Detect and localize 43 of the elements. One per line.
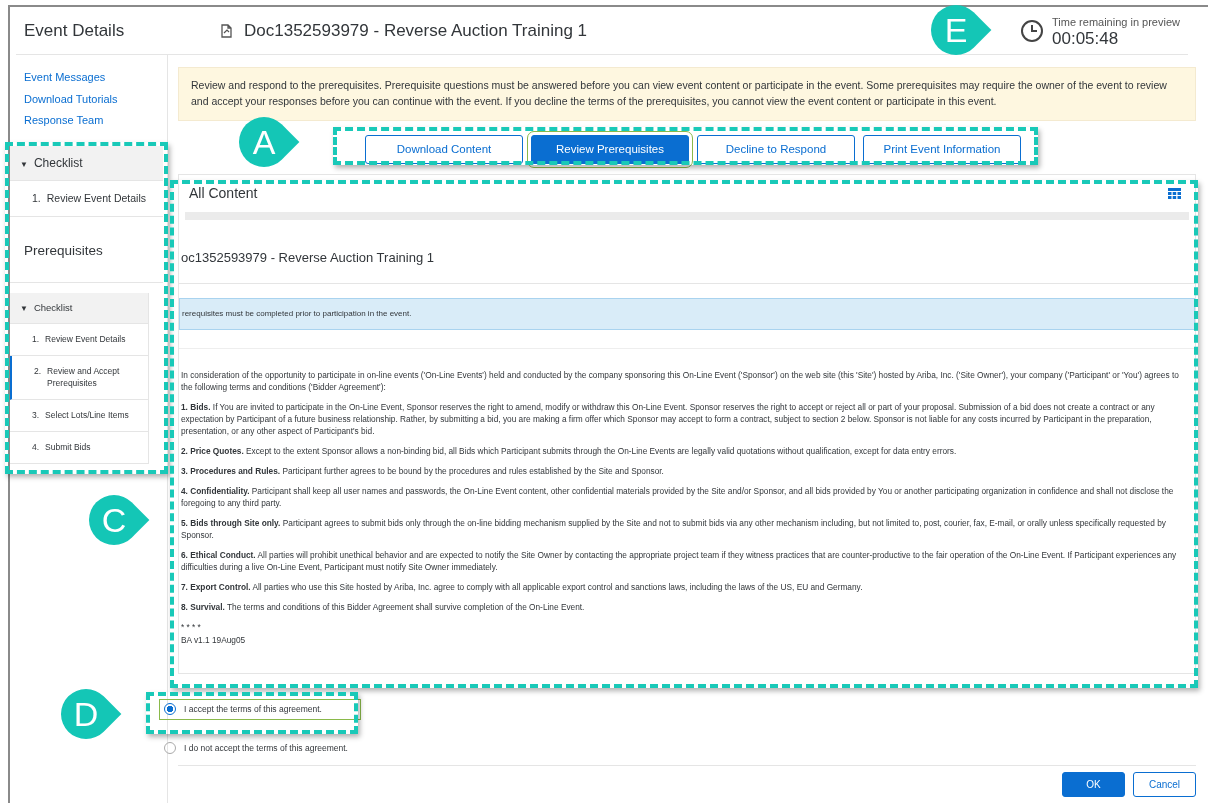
version-text: BA v1.1 19Aug05 bbox=[181, 633, 247, 646]
radio-button[interactable] bbox=[164, 703, 176, 716]
sidebar-link[interactable]: Response Team bbox=[10, 110, 104, 132]
action-button[interactable]: Print Event Information bbox=[863, 134, 1021, 164]
event-title: Doc1352593979 - Reverse Auction Training 1 bbox=[244, 19, 588, 42]
checklist-item[interactable]: 2. Review and Accept Prerequisites bbox=[10, 355, 148, 400]
checklist-header[interactable]: ▼ Checklist bbox=[10, 292, 148, 324]
section-heading: Prerequisites bbox=[10, 217, 163, 283]
terms-paragraph: 6. Ethical Conduct. All parties will prohibit unethical behavior and are expected to notify the Site Owner by contacting the appropriate project team if they witness practices that are counter-productive to the fair operation of the On-Line Event. If Participant experiences any difficulties during a live On-Line Event, Participant must notify Site Owner immediately. bbox=[181, 549, 1178, 574]
dialog-button[interactable]: OK bbox=[1062, 772, 1125, 798]
option-label: I accept the terms of this agreement. bbox=[184, 702, 322, 716]
dialog-button[interactable]: Cancel bbox=[1133, 772, 1196, 798]
radio-option[interactable]: I accept the terms of this agreement. bbox=[160, 699, 360, 719]
action-button[interactable]: Decline to Respond bbox=[697, 134, 855, 164]
terms-paragraph: 7. Export Control. All parties who use this Site hosted by Ariba, Inc. agree to comply with all applicable export control and sanctions laws, including the laws of the US, EU and Germany. bbox=[181, 581, 864, 594]
terms-paragraph: 2. Price Quotes. Except to the extent Sponsor allows a non-binding bid, all Bids which Participant submits through the On-Line Events are legally valid quotations without qualification, except for data entry errors. bbox=[181, 445, 958, 458]
table-icon[interactable] bbox=[1168, 187, 1181, 199]
timer-value: 00:05:48 bbox=[1052, 30, 1120, 48]
sidebar-link[interactable]: Event Messages bbox=[10, 67, 106, 89]
checklist-header[interactable]: ▼ Checklist bbox=[10, 145, 163, 181]
section-title: All Content bbox=[188, 183, 259, 203]
terms-paragraph: 3. Procedures and Rules. Participant further agrees to be bound by the procedures and rules established by the Site and Sponsor. bbox=[181, 465, 665, 478]
terms-paragraph: 4. Confidentiality. Participant shall keep all user names and passwords, the On-Line Event content, other confidential materials provided by the Site and/or Sponsor, and all bids provided by You or another participating organization in confidence and shall not disclose the foregoing to any third party. bbox=[181, 485, 1175, 510]
checklist-item[interactable]: 4. Submit Bids bbox=[10, 431, 148, 464]
clock-icon bbox=[1020, 18, 1044, 43]
page-title: Event Details bbox=[23, 19, 126, 42]
option-label: I do not accept the terms of this agreement. bbox=[184, 741, 348, 755]
terms-paragraph: In consideration of the opportunity to participate in on-line events ('On-Line Events') held and conducted by the company sponsoring this On-Line Event ('Sponsor') on the web site (this 'Site') hosted by Ariba, Inc. ('Site Owner'), your company ('Participant' or 'You') agrees to the following terms and conditions ('Bidder Agreement'): bbox=[181, 369, 1180, 394]
action-button[interactable]: Download Content bbox=[365, 134, 523, 164]
checklist-item[interactable]: 1. Review Event Details bbox=[10, 180, 163, 218]
sidebar-link[interactable]: Download Tutorials bbox=[10, 88, 118, 110]
terms-paragraph: 1. Bids. If You are invited to participate in the On-Line Event, Sponsor reserves the right to amend, modify or withdraw this On-Line Event. Sponsor reserves the right to accept or reject all or part of your proposal. Submission of a bid does not create a contract or any expectation by Participant of a future business relationship. Rather, by submitting a bid, you are making a firm offer which Sponsor may accept to form a contract, subject to section 2 below. Sponsor is not liable for any costs incurred by Participant in the preparation, presentation, or any other aspect of Participant's bid. bbox=[181, 401, 1156, 438]
caret-icon: ▼ bbox=[20, 303, 28, 313]
terms-paragraph: 8. Survival. The terms and conditions of this Bidder Agreement shall survive completion of the On-Line Event. bbox=[181, 601, 586, 614]
caret-icon: ▼ bbox=[20, 159, 28, 169]
checklist-item[interactable]: 3. Select Lots/Line Items bbox=[10, 400, 148, 432]
checklist-item[interactable]: 1. Review Event Details bbox=[10, 323, 148, 356]
timer-label: Time remaining in preview bbox=[1052, 14, 1180, 30]
document-icon bbox=[220, 22, 234, 39]
separator-text: * * * * bbox=[181, 621, 202, 634]
terms-paragraph: 5. Bids through Site only. Participant agrees to submit bids only through the on-line bidding mechanism supplied by the Site and not to submit bids via any other mechanism including, but not limited to, post, courier, fax, E-mail, or orally unless specifically requested by Sponsor. bbox=[181, 517, 1167, 542]
radio-option[interactable]: I do not accept the terms of this agreement. bbox=[160, 738, 360, 758]
info-banner: rerequisites must be completed prior to participation in the event. bbox=[179, 298, 1195, 331]
